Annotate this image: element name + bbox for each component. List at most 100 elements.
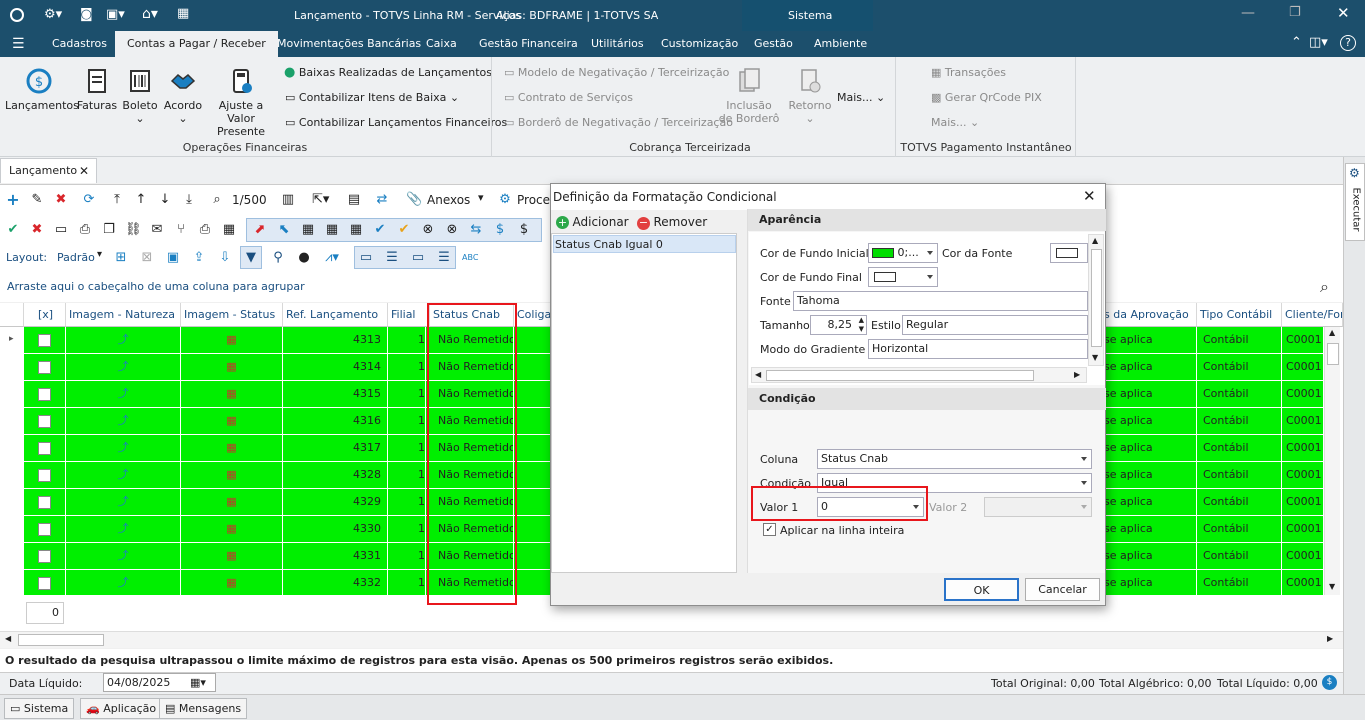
gradiente-input[interactable]: Horizontal bbox=[868, 339, 1088, 359]
scroll-thumb[interactable] bbox=[1327, 343, 1339, 365]
export-icon[interactable]: ⇱▾ bbox=[312, 192, 329, 208]
export-layout-icon[interactable]: ⇩ bbox=[217, 250, 233, 266]
attachment-icon[interactable]: 📎 bbox=[406, 192, 422, 208]
add-icon[interactable]: + bbox=[5, 192, 21, 208]
boleto-button[interactable]: Boleto ⌄ bbox=[122, 67, 158, 125]
hamburger-icon[interactable]: ☰ bbox=[12, 36, 25, 52]
calendar-icon[interactable]: ▦ bbox=[300, 222, 316, 238]
menu-ambiente[interactable]: Ambiente bbox=[814, 31, 867, 57]
printer-icon[interactable]: ⎙ bbox=[197, 222, 213, 238]
header-status-aprovacao[interactable]: s da Aprovação bbox=[1104, 303, 1197, 327]
dialog-close-icon[interactable]: ✕ bbox=[1083, 187, 1096, 205]
appearance-scroll-left-icon[interactable]: ◀ bbox=[755, 370, 761, 379]
edit-layout-icon[interactable]: ▣ bbox=[165, 250, 181, 266]
reject-icon[interactable]: ✖ bbox=[29, 222, 45, 238]
appearance-vscroll[interactable]: ▲ ▼ bbox=[1088, 234, 1104, 366]
view-mode-1-icon[interactable]: ▭ bbox=[358, 250, 374, 266]
header-filial[interactable]: Filial bbox=[388, 303, 430, 327]
copy-icon[interactable]: ❐ bbox=[101, 222, 117, 238]
select-cell[interactable] bbox=[24, 408, 66, 434]
quick-access-icon[interactable]: ⚙▾ bbox=[44, 7, 62, 22]
minimize-button[interactable]: — bbox=[1241, 5, 1255, 21]
header-imagem-natureza[interactable]: Imagem - Natureza bbox=[66, 303, 181, 327]
estilo-input[interactable]: Regular bbox=[902, 315, 1088, 335]
menu-cadastros[interactable]: Cadastros bbox=[52, 31, 107, 57]
grid-hscroll[interactable]: ◀ ▶ bbox=[0, 631, 1343, 648]
hscroll-thumb[interactable] bbox=[18, 634, 104, 646]
rule-list-item[interactable]: Status Cnab Igual 0 bbox=[553, 235, 736, 253]
calendar-2-icon[interactable]: ▦ bbox=[324, 222, 340, 238]
view-icon[interactable]: ◙ bbox=[80, 7, 93, 22]
grid-vscroll[interactable]: ▲ ▼ bbox=[1324, 327, 1340, 595]
row-checkbox[interactable] bbox=[38, 361, 51, 374]
coluna-select[interactable]: Status Cnab bbox=[817, 449, 1092, 469]
anexos-button[interactable]: Anexos bbox=[427, 193, 470, 207]
select-cell[interactable] bbox=[24, 435, 66, 461]
mais-pix-button[interactable]: Mais... ⌄ bbox=[931, 114, 979, 132]
filter-icon[interactable]: ⚲ bbox=[270, 250, 286, 266]
mais-cobranca-button[interactable]: Mais... ⌄ bbox=[837, 89, 885, 107]
bordero-negativacao-item[interactable]: ▭ Borderô de Negativação / Terceirização bbox=[504, 114, 733, 132]
view-mode-4-icon[interactable]: ☰ bbox=[436, 250, 452, 266]
process-icon[interactable]: ⇄ bbox=[374, 192, 390, 208]
view-mode-2-icon[interactable]: ☰ bbox=[384, 250, 400, 266]
next-record-icon[interactable]: ↓ bbox=[157, 192, 173, 208]
delete-icon[interactable]: ✖ bbox=[53, 192, 69, 208]
grid-search-icon[interactable]: ⌕ bbox=[1320, 272, 1329, 302]
row-checkbox[interactable] bbox=[38, 496, 51, 509]
contrato-servicos-item[interactable]: ▭ Contrato de Serviços bbox=[504, 89, 633, 107]
arrow-up-red-icon[interactable]: ⬈ bbox=[252, 222, 268, 238]
tab-lancamento[interactable]: Lançamento ✕ bbox=[0, 158, 97, 183]
row-checkbox[interactable] bbox=[38, 334, 51, 347]
gerar-qrcode-item[interactable]: ▩ Gerar QrCode PIX bbox=[931, 89, 1042, 107]
appearance-hscroll[interactable]: ◀ ▶ bbox=[751, 367, 1087, 383]
transacoes-item[interactable]: ▦ Transações bbox=[931, 64, 1006, 82]
row-checkbox[interactable] bbox=[38, 469, 51, 482]
restore-button[interactable]: ❐ bbox=[1289, 5, 1301, 20]
menu-utilitarios[interactable]: Utilitários bbox=[591, 31, 644, 57]
tree-icon[interactable]: ⑂ bbox=[173, 222, 189, 238]
header-ref-lancamento[interactable]: Ref. Lançamento bbox=[283, 303, 388, 327]
faturas-button[interactable]: Faturas bbox=[76, 67, 118, 112]
app-logo-icon[interactable] bbox=[10, 8, 24, 22]
last-record-icon[interactable]: ⤓ bbox=[181, 192, 197, 208]
header-cliente-fornecedor[interactable]: Cliente/For bbox=[1282, 303, 1343, 327]
layout-select[interactable]: Padrão bbox=[57, 251, 95, 264]
appearance-hscroll-thumb[interactable] bbox=[766, 370, 1034, 381]
baixas-realizadas-item[interactable]: ● Baixas Realizadas de Lançamentos bbox=[284, 64, 492, 82]
modelo-negativacao-item[interactable]: ▭ Modelo de Negativação / Terceirização bbox=[504, 64, 729, 82]
inclusao-bordero-button[interactable]: Inclusão de Borderô bbox=[716, 67, 782, 125]
first-record-icon[interactable]: ⤒ bbox=[109, 192, 125, 208]
monitor-icon[interactable]: ▭ bbox=[53, 222, 69, 238]
header-tipo-contabil[interactable]: Tipo Contábil bbox=[1197, 303, 1282, 327]
menu-movimentacoes-bancarias[interactable]: Movimentações Bancárias bbox=[277, 31, 421, 57]
home-icon[interactable]: ⌂▾ bbox=[142, 6, 158, 22]
header-select[interactable]: [x] bbox=[24, 303, 66, 327]
appearance-scroll-down-icon[interactable]: ▼ bbox=[1092, 353, 1098, 362]
processos-button[interactable]: Proce bbox=[517, 193, 550, 207]
cor-fundo-final-picker[interactable] bbox=[868, 267, 938, 287]
calc-icon[interactable]: ▦ bbox=[221, 222, 237, 238]
select-cell[interactable] bbox=[24, 462, 66, 488]
arrow-blue-icon[interactable]: ⬉ bbox=[276, 222, 292, 238]
executar-panel-button[interactable]: ⚙ Executar bbox=[1345, 163, 1365, 241]
shapes-icon[interactable]: ● bbox=[296, 250, 312, 266]
cancel-circle-icon[interactable]: ⊗ bbox=[420, 222, 436, 238]
select-cell[interactable] bbox=[24, 516, 66, 542]
row-checkbox[interactable] bbox=[38, 388, 51, 401]
row-checkbox[interactable] bbox=[38, 523, 51, 536]
abc-icon[interactable]: ABC bbox=[462, 250, 478, 266]
money-2-icon[interactable]: $ bbox=[516, 222, 532, 238]
row-checkbox[interactable] bbox=[38, 442, 51, 455]
search-icon[interactable]: ⌕ bbox=[209, 192, 225, 208]
select-cell[interactable] bbox=[24, 381, 66, 407]
ok-button[interactable]: OK bbox=[944, 578, 1019, 601]
add-rule-button[interactable]: + Adicionar bbox=[556, 213, 629, 231]
scroll-up-icon[interactable]: ▲ bbox=[1329, 328, 1335, 337]
remove-rule-button[interactable]: − Remover bbox=[637, 213, 707, 231]
fonte-input[interactable]: Tahoma bbox=[793, 291, 1088, 311]
layout-icon[interactable]: ◫▾ bbox=[1309, 35, 1328, 50]
spin-icon[interactable]: ▲ ▼ bbox=[859, 316, 864, 334]
appearance-scroll-thumb[interactable] bbox=[1091, 249, 1102, 347]
view-mode-3-icon[interactable]: ▭ bbox=[410, 250, 426, 266]
